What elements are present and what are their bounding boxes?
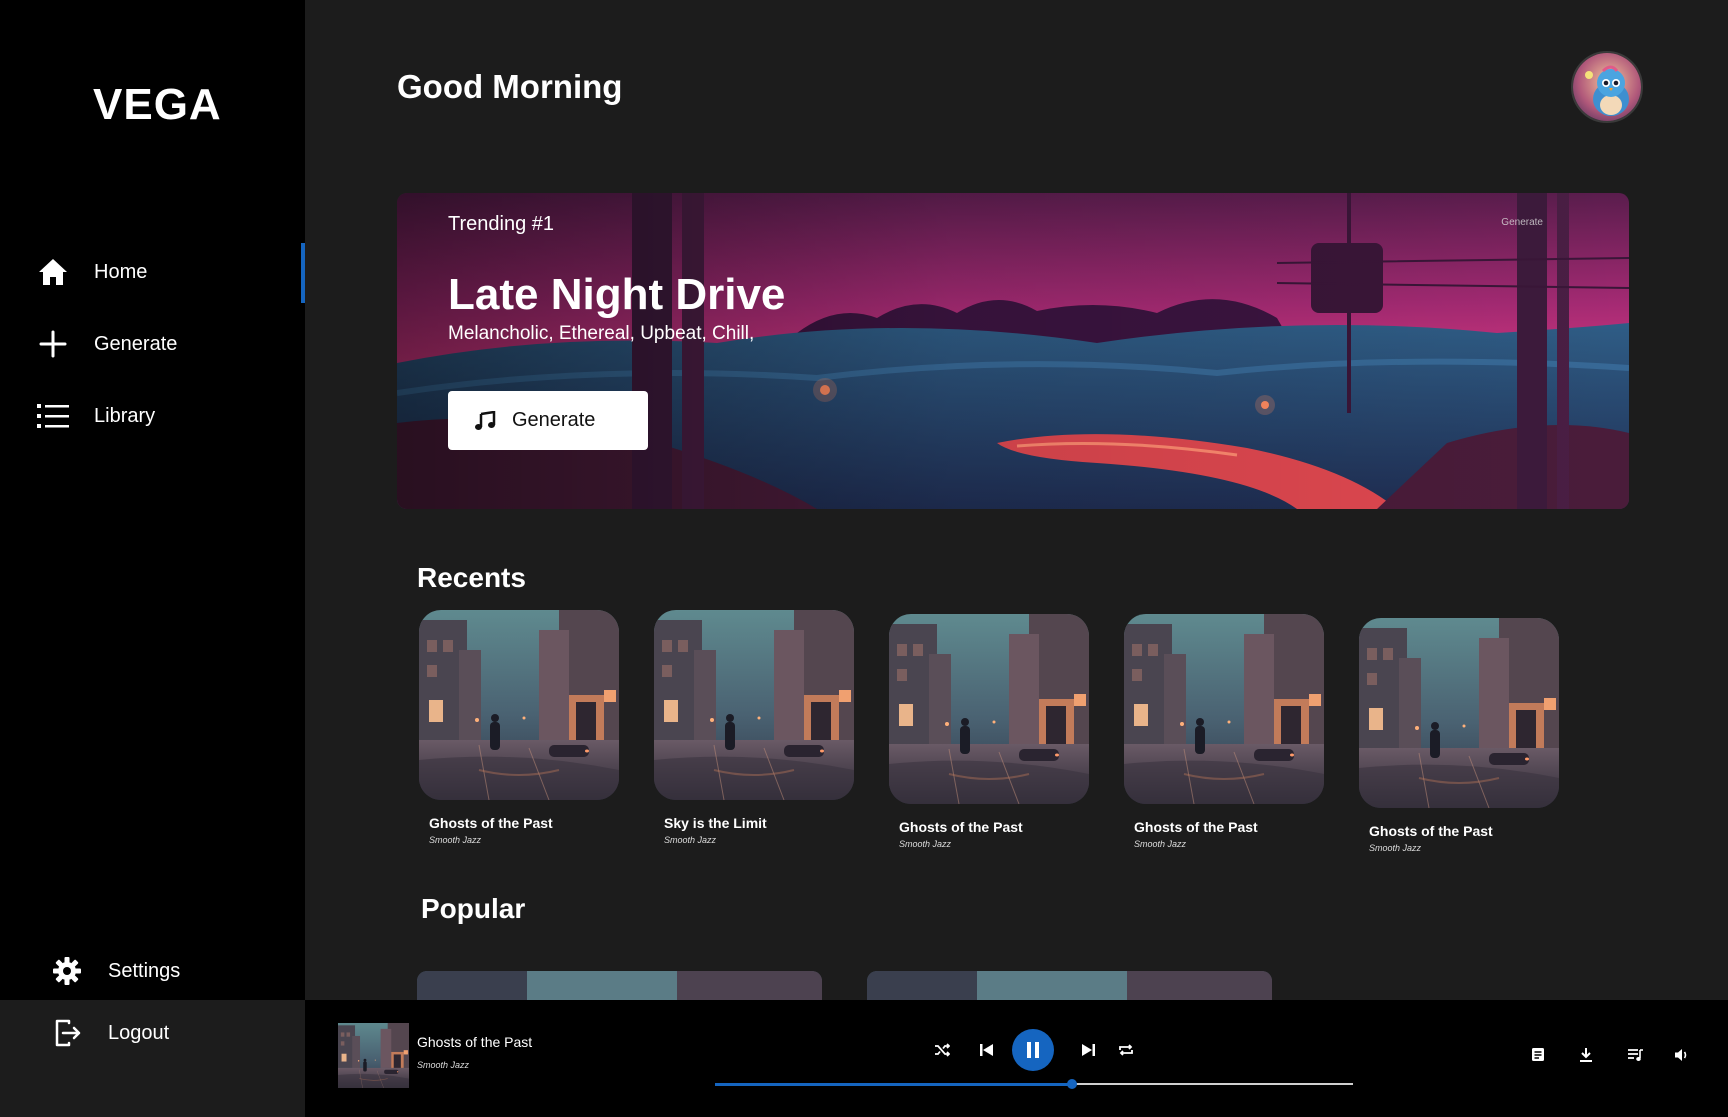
list-icon: [36, 399, 70, 433]
generate-button[interactable]: Generate: [448, 391, 648, 450]
track-genre: Smooth Jazz: [1369, 843, 1422, 853]
recent-track-card[interactable]: Ghosts of the Past Smooth Jazz: [889, 614, 1089, 849]
page-title: Good Morning: [397, 68, 623, 105]
track-artwork: [1124, 614, 1324, 804]
queue-music-icon: [1628, 1049, 1643, 1061]
shuffle-icon: [935, 1043, 950, 1057]
app: VEGA Home Generate Library Settings Logo…: [0, 0, 1728, 1117]
skip-previous-icon: [980, 1044, 993, 1056]
recents-title: Recents: [417, 562, 526, 593]
download-button[interactable]: [1577, 1046, 1595, 1064]
shuffle-button[interactable]: [933, 1041, 951, 1059]
trending-banner[interactable]: Trending #1 Generate Late Night Drive Me…: [397, 193, 1629, 509]
volume-icon: [1675, 1049, 1687, 1061]
track-name: Ghosts of the Past: [429, 815, 553, 831]
avatar[interactable]: [1571, 51, 1643, 123]
sidebar-item-label: Settings: [108, 959, 181, 982]
pause-button[interactable]: [1012, 1029, 1054, 1071]
now-playing-genre: Smooth Jazz: [417, 1060, 470, 1070]
track-name: Sky is the Limit: [664, 815, 767, 831]
track-name: Ghosts of the Past: [1134, 819, 1258, 835]
recent-track-card[interactable]: Sky is the Limit Smooth Jazz: [654, 610, 854, 845]
gear-icon: [50, 954, 84, 988]
sidebar-item-label: Library: [94, 404, 156, 427]
now-playing-artwork: [338, 1023, 409, 1088]
sidebar-item-label: Logout: [108, 1021, 170, 1044]
sidebar-item-label: Home: [94, 260, 148, 283]
sidebar-item-home[interactable]: Home: [36, 243, 305, 303]
download-icon: [1580, 1048, 1592, 1062]
pause-icon: [1027, 1042, 1039, 1058]
track-genre: Smooth Jazz: [429, 835, 482, 845]
recent-track-card[interactable]: Ghosts of the Past Smooth Jazz: [1359, 618, 1559, 853]
trending-mood-tags: Melancholic, Ethereal, Upbeat, Chill,: [448, 323, 755, 344]
progress-bar[interactable]: [715, 1079, 1353, 1089]
repeat-icon: [1119, 1044, 1133, 1056]
track-name: Ghosts of the Past: [1369, 823, 1493, 839]
next-button[interactable]: [1079, 1041, 1097, 1059]
home-icon: [36, 255, 70, 289]
trending-artwork: [397, 193, 1629, 509]
sidebar-item-generate[interactable]: Generate: [36, 319, 305, 369]
track-artwork: [889, 614, 1089, 804]
popular-track-card[interactable]: [417, 971, 822, 1000]
lyrics-icon: [1532, 1048, 1544, 1061]
recent-track-card[interactable]: Ghosts of the Past Smooth Jazz: [419, 610, 619, 845]
recent-track-card[interactable]: Ghosts of the Past Smooth Jazz: [1124, 614, 1324, 849]
track-artwork: [1359, 618, 1559, 808]
player-bar: Ghosts of the Past Smooth Jazz: [305, 1000, 1728, 1117]
now-playing-title: Ghosts of the Past: [417, 1034, 533, 1050]
skip-next-icon: [1082, 1044, 1095, 1056]
generate-button-label: Generate: [512, 409, 596, 431]
app-logo: VEGA: [93, 80, 222, 129]
sidebar: VEGA Home Generate Library Settings Logo…: [0, 0, 305, 1047]
sidebar-item-library[interactable]: Library: [36, 391, 305, 441]
trending-title: Late Night Drive: [448, 270, 786, 319]
repeat-button[interactable]: [1117, 1041, 1135, 1059]
popular-track-card[interactable]: [867, 971, 1272, 1000]
track-genre: Smooth Jazz: [1134, 839, 1187, 849]
track-genre: Smooth Jazz: [899, 839, 952, 849]
sidebar-item-settings[interactable]: Settings: [50, 946, 319, 996]
trending-tag: Trending #1: [448, 213, 554, 235]
track-genre: Smooth Jazz: [664, 835, 717, 845]
plus-icon: [36, 327, 70, 361]
sidebar-item-logout[interactable]: Logout: [50, 1008, 319, 1058]
music-note-icon: [474, 410, 496, 431]
track-artwork: [419, 610, 619, 800]
queue-button[interactable]: [1626, 1046, 1644, 1064]
track-name: Ghosts of the Past: [899, 819, 1023, 835]
logout-icon: [50, 1016, 84, 1050]
trending-corner-label: Generate: [1501, 217, 1543, 228]
popular-title: Popular: [421, 893, 526, 924]
volume-button[interactable]: [1673, 1046, 1691, 1064]
previous-button[interactable]: [978, 1041, 996, 1059]
track-artwork: [654, 610, 854, 800]
progress-fill: [715, 1082, 1073, 1086]
main-content: Good Morning Trending #1 Generate Late N…: [305, 0, 1728, 1000]
lyrics-button[interactable]: [1529, 1046, 1547, 1064]
progress-handle[interactable]: [1067, 1079, 1078, 1089]
sidebar-item-label: Generate: [94, 332, 178, 355]
